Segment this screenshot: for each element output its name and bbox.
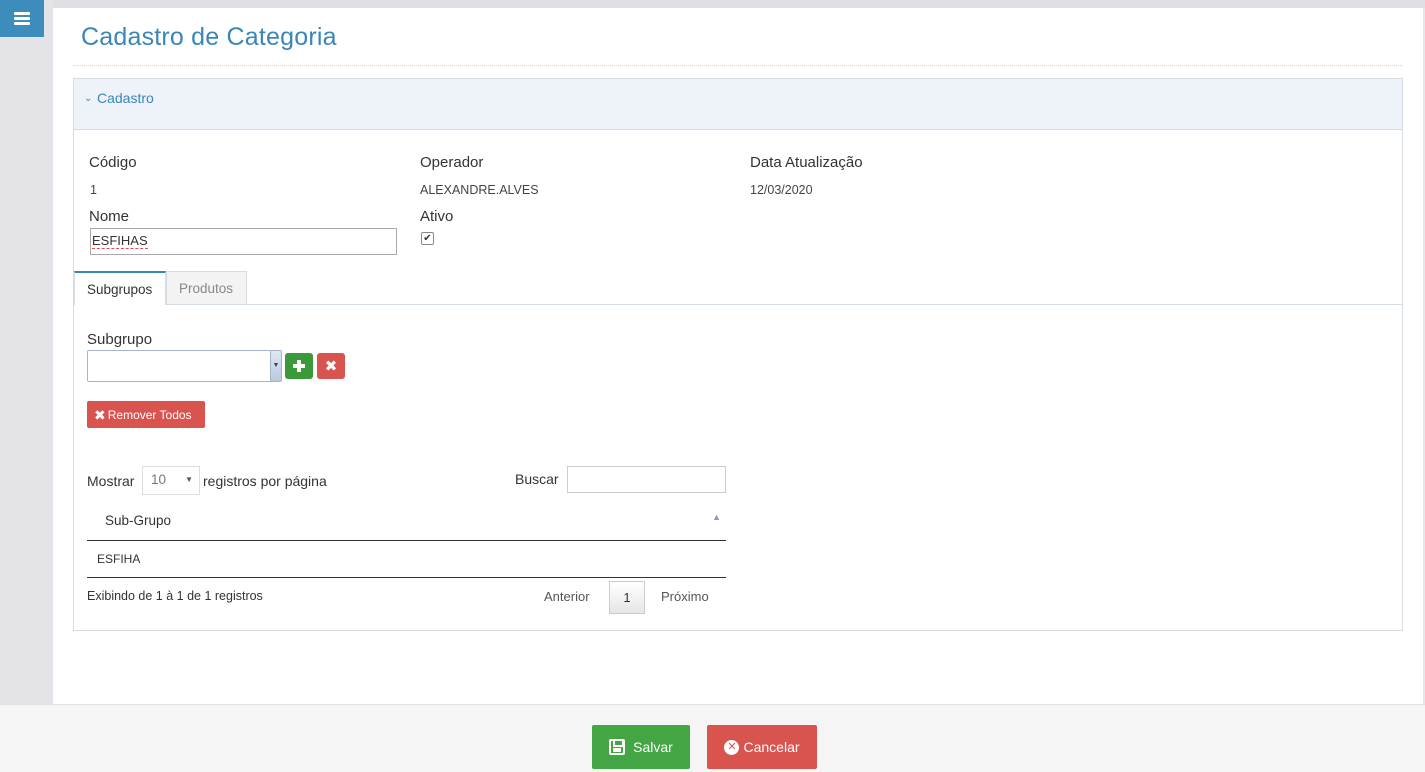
chevron-down-icon: ⌄: [84, 93, 93, 104]
column-header-label: Sub-Grupo: [105, 513, 172, 528]
main-content: Cadastro de Categoria ⌄ Cadastro Código …: [53, 8, 1423, 704]
nome-label: Nome: [89, 208, 130, 225]
ativo-label: Ativo: [420, 208, 454, 225]
remove-subgrupo-button[interactable]: ✖: [317, 353, 345, 379]
sidebar-rail: [0, 0, 53, 704]
table-cell: ESFIHA: [97, 552, 141, 566]
table-info: Exibindo de 1 à 1 de 1 registros: [87, 589, 263, 603]
ativo-checkbox[interactable]: ✔: [421, 232, 434, 245]
nome-input[interactable]: ESFIHAS: [90, 228, 397, 255]
panel-title[interactable]: Cadastro: [97, 90, 154, 106]
caret-down-icon: ▼: [185, 475, 193, 484]
check-icon: ✔: [423, 233, 432, 244]
nome-input-value: ESFIHAS: [92, 233, 148, 249]
title-divider: [73, 65, 1403, 66]
hamburger-menu-icon: [14, 12, 30, 25]
mostrar-label: Mostrar: [87, 473, 135, 489]
salvar-button[interactable]: Salvar: [592, 725, 690, 769]
cancelar-button[interactable]: ✕ Cancelar: [707, 725, 817, 769]
x-icon: ✖: [324, 357, 338, 375]
footer-bar: Salvar ✕ Cancelar: [0, 704, 1425, 772]
cadastro-panel: ⌄ Cadastro Código 1 Operador ALEXANDRE.A…: [73, 78, 1403, 631]
sort-ascending-icon[interactable]: ▲: [712, 512, 721, 522]
subgrupo-select[interactable]: ▼: [87, 350, 282, 382]
search-input[interactable]: [567, 466, 726, 493]
panel-header[interactable]: ⌄ Cadastro: [74, 79, 1402, 130]
data-atualizacao-label: Data Atualização: [750, 154, 863, 171]
x-icon: ✖: [94, 406, 106, 423]
x-circle-icon: ✕: [724, 739, 740, 755]
column-header-sub-grupo[interactable]: Sub-Grupo ▲: [87, 504, 726, 541]
operador-value: ALEXANDRE.ALVES: [420, 183, 539, 197]
top-strip: [0, 0, 1425, 8]
cancelar-label: Cancelar: [743, 739, 800, 755]
table-row[interactable]: ESFIHA: [87, 542, 726, 578]
add-subgrupo-button[interactable]: [285, 353, 313, 379]
remover-todos-label: Remover Todos: [107, 407, 192, 422]
page-title: Cadastro de Categoria: [81, 23, 337, 51]
data-atualizacao-value: 12/03/2020: [750, 183, 813, 197]
pagination-previous[interactable]: Anterior: [544, 581, 590, 614]
tab-subgrupos[interactable]: Subgrupos: [74, 271, 166, 305]
page-size-value: 10: [151, 472, 167, 487]
salvar-label: Salvar: [633, 739, 673, 755]
buscar-label: Buscar: [515, 471, 559, 487]
subgrupo-label: Subgrupo: [87, 331, 153, 348]
tab-produtos[interactable]: Produtos: [166, 271, 247, 305]
per-page-label: registros por página: [203, 473, 327, 489]
plus-icon: [293, 360, 305, 372]
subgrupos-tab-content: Subgrupo ▼ ✖ ✖ Remover Todos Mostrar 10 …: [74, 304, 1402, 631]
floppy-disk-icon: [609, 739, 626, 755]
remover-todos-button[interactable]: ✖ Remover Todos: [87, 401, 205, 428]
codigo-label: Código: [89, 154, 137, 171]
page-size-select[interactable]: 10 ▼: [142, 466, 200, 495]
codigo-value: 1: [90, 183, 97, 197]
dropdown-arrow-icon[interactable]: ▼: [270, 351, 281, 381]
menu-toggle-button[interactable]: [0, 0, 44, 37]
pagination-page-1[interactable]: 1: [609, 581, 645, 614]
operador-label: Operador: [420, 154, 484, 171]
pagination-next[interactable]: Próximo: [661, 581, 709, 614]
